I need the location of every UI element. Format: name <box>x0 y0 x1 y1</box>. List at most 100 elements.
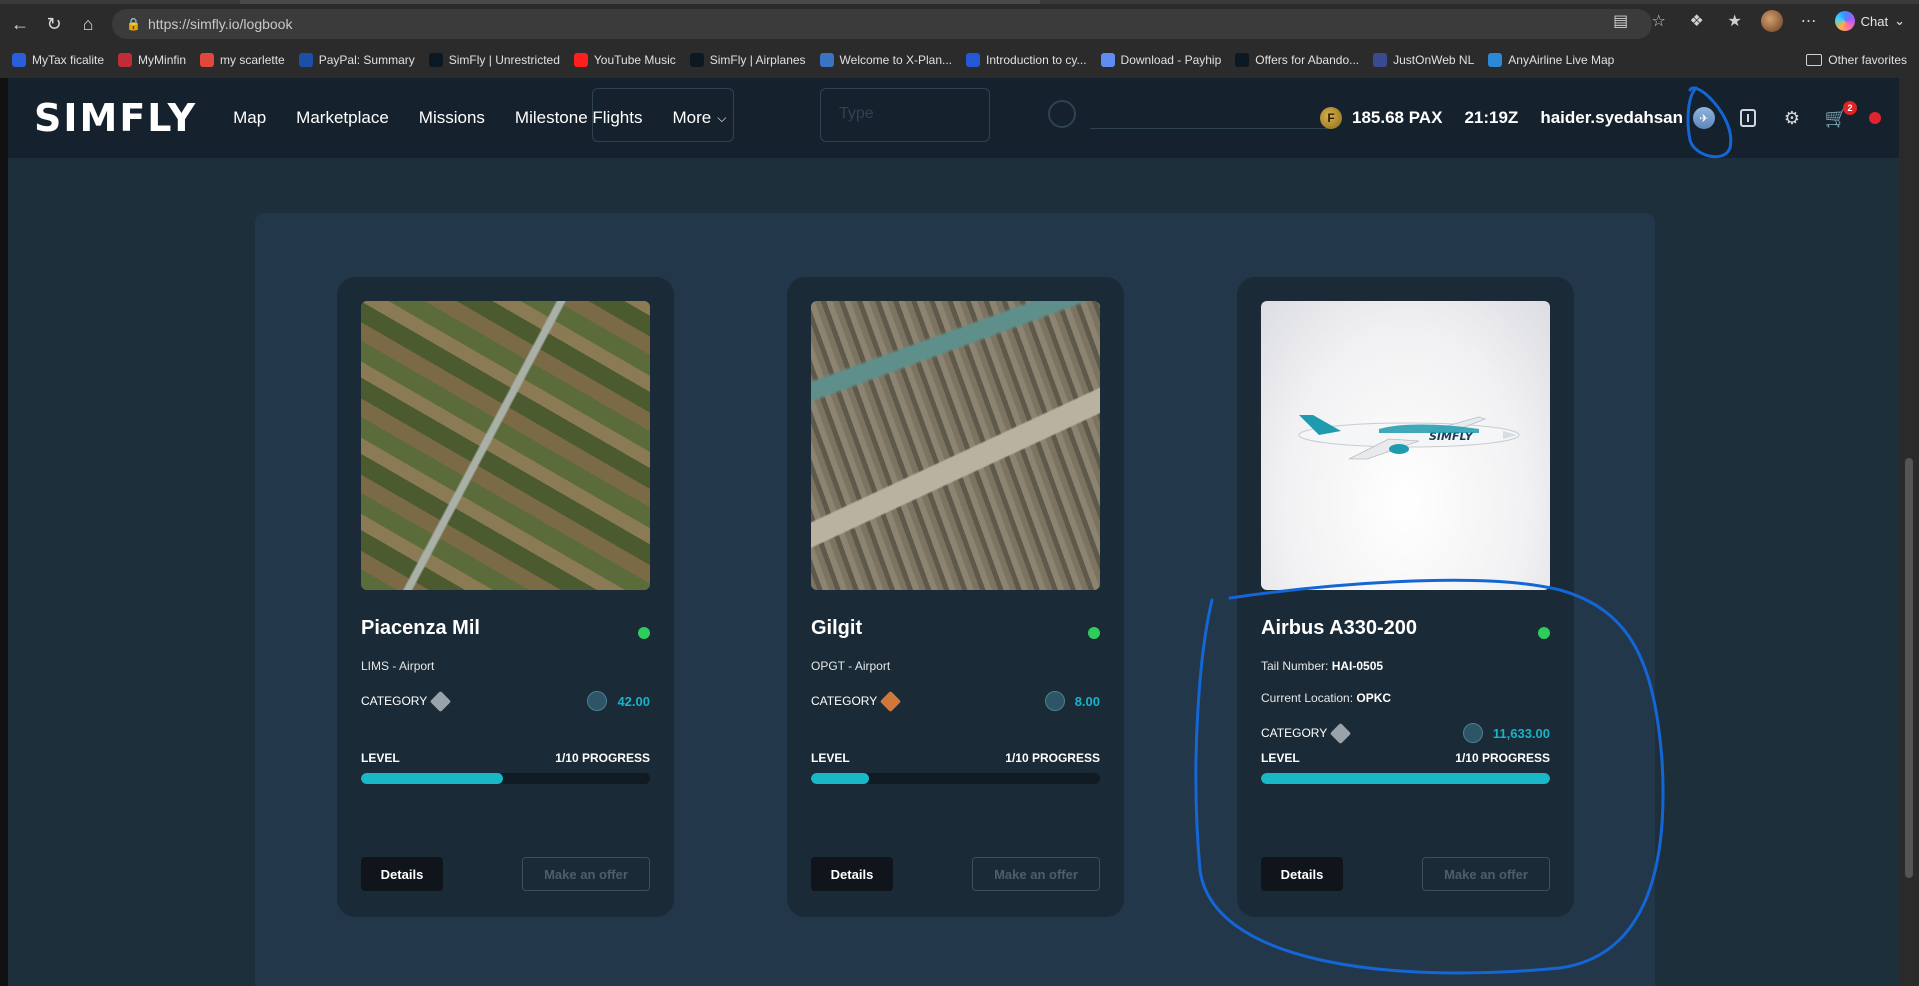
profile-avatar[interactable] <box>1760 10 1783 32</box>
gear-icon[interactable]: ⚙ <box>1781 107 1803 129</box>
level-row: LEVEL 1/10 PROGRESS <box>361 751 650 765</box>
asset-card-piacenza: Piacenza Mil LIMS - Airport CATEGORY 42.… <box>337 277 674 917</box>
lock-icon: 🔒 <box>126 17 141 31</box>
bookmark-item[interactable]: AnyAirline Live Map <box>1488 53 1614 67</box>
airport-code-line: LIMS - Airport <box>361 659 434 673</box>
logbook-icon[interactable] <box>1737 107 1759 129</box>
url-text: https://simfly.io/logbook <box>148 16 293 32</box>
online-indicator <box>638 627 650 639</box>
active-tab[interactable] <box>240 0 1040 4</box>
bookmark-label: Download - Payhip <box>1120 53 1222 67</box>
scrollbar[interactable] <box>1899 78 1919 986</box>
bookmark-item[interactable]: Welcome to X-Plan... <box>819 53 952 67</box>
separator: - <box>844 659 855 673</box>
filter-select-ghost[interactable] <box>592 88 734 142</box>
bookmark-label: MyMinfin <box>138 53 187 67</box>
bookmark-favicon-icon <box>819 53 834 67</box>
search-input-underline[interactable] <box>1090 128 1330 129</box>
address-bar-icons: ▤ ☆ ❖ ★ ⋯ Chat ⌄ <box>1609 10 1905 32</box>
simfly-logo[interactable]: SIMFLY <box>34 96 197 140</box>
bookmark-item[interactable]: PayPal: Summary <box>298 53 415 67</box>
bookmark-favicon-icon <box>200 53 215 67</box>
category-row: CATEGORY 11,633.00 <box>1261 722 1550 744</box>
user-menu[interactable]: haider.syedahsan ✈ <box>1540 107 1715 129</box>
bookmark-item[interactable]: SimFly | Airplanes <box>689 53 806 67</box>
category-badge-icon <box>430 690 452 712</box>
asset-card-gilgit: Gilgit OPGT - Airport CATEGORY 8.00 LEVE… <box>787 277 1124 917</box>
bookmark-label: JustOnWeb NL <box>1393 53 1475 67</box>
airport-code-line: OPGT - Airport <box>811 659 890 673</box>
cart-icon[interactable]: 🛒 2 <box>1825 101 1857 129</box>
search-icon[interactable] <box>1048 100 1076 128</box>
bookmark-label: MyTax ficalite <box>32 53 105 67</box>
menu-dots-icon[interactable]: ⋯ <box>1797 11 1821 31</box>
currency-icon <box>1044 691 1065 711</box>
category-row: CATEGORY 8.00 <box>811 690 1100 712</box>
bookmark-favicon-icon <box>298 53 313 67</box>
bookmark-label: Introduction to cy... <box>986 53 1087 67</box>
card-title: Gilgit <box>811 617 863 639</box>
bookmark-label: PayPal: Summary <box>318 53 415 67</box>
chat-button[interactable]: Chat ⌄ <box>1834 11 1905 31</box>
airport-code: OPGT <box>811 659 845 673</box>
nav-map[interactable]: Map <box>233 108 266 128</box>
progress-bar <box>1261 773 1550 784</box>
refresh-icon[interactable]: ↻ <box>40 10 68 38</box>
progress-bar-fill <box>811 773 869 784</box>
details-button[interactable]: Details <box>361 857 443 891</box>
reader-mode-icon[interactable]: ▤ <box>1609 11 1633 31</box>
airport-code: LIMS <box>361 659 390 673</box>
favorites-icon[interactable]: ★ <box>1723 11 1747 31</box>
details-button[interactable]: Details <box>811 857 893 891</box>
bookmark-favicon-icon <box>1235 53 1250 67</box>
online-indicator <box>1538 627 1550 639</box>
make-offer-button[interactable]: Make an offer <box>522 857 650 891</box>
bookmark-item[interactable]: Download - Payhip <box>1100 53 1222 67</box>
type-placeholder: Type <box>839 105 874 122</box>
bookmark-item[interactable]: JustOnWeb NL <box>1373 53 1474 67</box>
tail-label: Tail Number: <box>1261 659 1329 673</box>
bookmark-item[interactable]: SimFly | Unrestricted <box>428 53 560 67</box>
bookmark-item[interactable]: Introduction to cy... <box>966 53 1087 67</box>
bookmark-item[interactable]: YouTube Music <box>573 53 676 67</box>
bookmark-favicon-icon <box>573 53 588 67</box>
browser-chrome: ← ↻ ⌂ 🔒 https://simfly.io/logbook ▤ ☆ ❖ … <box>0 0 1919 78</box>
bookmark-label: AnyAirline Live Map <box>1508 53 1615 67</box>
current-location-line: Current Location: OPKC <box>1261 691 1391 705</box>
scrollbar-thumb[interactable] <box>1905 458 1913 878</box>
address-row: ← ↻ ⌂ 🔒 https://simfly.io/logbook ▤ ☆ ❖ … <box>0 8 1919 40</box>
bookmark-label: SimFly | Airplanes <box>709 53 806 67</box>
category-label: CATEGORY <box>361 694 428 708</box>
bookmark-item[interactable]: MyMinfin <box>118 53 186 67</box>
make-offer-button[interactable]: Make an offer <box>972 857 1100 891</box>
airplane-icon: SIMFLY <box>1298 415 1520 460</box>
bookmark-item[interactable]: Offers for Abando... <box>1235 53 1359 67</box>
back-icon[interactable]: ← <box>6 10 34 38</box>
copilot-icon <box>1834 11 1855 31</box>
favorite-star-icon[interactable]: ☆ <box>1647 11 1671 31</box>
progress-label: 1/10 PROGRESS <box>555 751 650 765</box>
extensions-icon[interactable]: ❖ <box>1685 11 1709 31</box>
bookmark-item[interactable]: MyTax ficalite <box>12 53 104 67</box>
nav-missions[interactable]: Missions <box>419 108 485 128</box>
home-icon[interactable]: ⌂ <box>74 10 102 38</box>
separator: - <box>389 659 400 673</box>
tail-number-line: Tail Number: HAI-0505 <box>1261 659 1383 673</box>
progress-bar <box>811 773 1100 784</box>
make-offer-button[interactable]: Make an offer <box>1422 857 1550 891</box>
status-indicator <box>1869 112 1881 124</box>
card-title: Piacenza Mil <box>361 617 480 639</box>
level-label: LEVEL <box>1261 751 1300 765</box>
type-filter-ghost[interactable]: Type <box>820 88 990 142</box>
bookmark-item[interactable]: my scarlette <box>200 53 285 67</box>
details-button[interactable]: Details <box>1261 857 1343 891</box>
category-row: CATEGORY 42.00 <box>361 690 650 712</box>
other-favorites[interactable]: Other favorites <box>1806 53 1907 67</box>
bookmarks-bar: MyTax ficalite MyMinfin my scarlette PayPal… <box>0 48 1919 72</box>
nav-marketplace[interactable]: Marketplace <box>296 108 389 128</box>
aircraft-image: SIMFLY <box>1261 301 1550 590</box>
currency-icon <box>1462 723 1483 743</box>
coin-icon: F <box>1320 107 1343 129</box>
address-bar[interactable]: 🔒 https://simfly.io/logbook <box>112 9 1652 39</box>
asset-card-airbus: SIMFLY Airbus A330-200 Tail Number: HAI-… <box>1237 277 1574 917</box>
